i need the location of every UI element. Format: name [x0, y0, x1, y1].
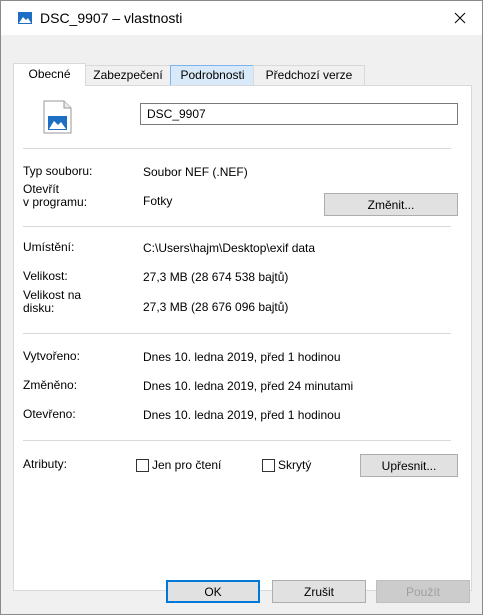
file-name-input[interactable] — [140, 103, 458, 125]
window-title: DSC_9907 – vlastnosti — [40, 10, 183, 26]
hidden-checkbox-label: Skrytý — [278, 458, 312, 472]
tab-previous-versions[interactable]: Předchozí verze — [253, 65, 365, 85]
accessed-label: Otevřeno: — [23, 407, 76, 421]
open-with-value: Fotky — [143, 194, 173, 208]
accessed-value: Dnes 10. ledna 2019, před 1 hodinou — [143, 408, 341, 422]
size-on-disk-label-line2: disku: — [23, 301, 55, 315]
hidden-checkbox-box[interactable] — [262, 458, 275, 472]
cancel-button[interactable]: Zrušit — [272, 580, 366, 603]
file-type-value: Soubor NEF (.NEF) — [143, 165, 248, 179]
created-label: Vytvořeno: — [23, 349, 80, 363]
size-on-disk-label: Velikost na disku: — [23, 289, 81, 315]
readonly-checkbox[interactable]: Jen pro čtení — [136, 458, 221, 472]
apply-button: Použít — [376, 580, 470, 603]
divider — [23, 226, 451, 227]
title-bar[interactable]: DSC_9907 – vlastnosti — [1, 1, 482, 35]
open-with-label: Otevřít v programu: — [23, 183, 87, 209]
created-value: Dnes 10. ledna 2019, před 1 hodinou — [143, 350, 341, 364]
tab-details[interactable]: Podrobnosti — [170, 65, 255, 85]
close-button[interactable] — [438, 1, 482, 35]
general-panel: Typ souboru: Soubor NEF (.NEF) Otevřít v… — [13, 85, 472, 591]
change-program-button[interactable]: Změnit... — [324, 193, 458, 216]
dialog-client: Obecné Zabezpečení Podrobnosti Předchozí… — [1, 35, 482, 614]
readonly-checkbox-box[interactable] — [136, 458, 149, 472]
hidden-checkbox[interactable]: Skrytý — [262, 458, 311, 472]
readonly-checkbox-label: Jen pro čtení — [152, 458, 222, 472]
size-label: Velikost: — [23, 269, 68, 283]
image-file-icon — [43, 100, 72, 134]
properties-window: DSC_9907 – vlastnosti Obecné Zabezpečení… — [0, 0, 483, 615]
file-type-label: Typ souboru: — [23, 164, 93, 178]
modified-label: Změněno: — [23, 378, 78, 392]
ok-button[interactable]: OK — [166, 580, 260, 603]
image-file-icon — [18, 12, 32, 24]
divider — [23, 440, 451, 441]
advanced-attributes-button[interactable]: Upřesnit... — [360, 454, 458, 477]
divider — [23, 333, 451, 334]
tab-security[interactable]: Zabezpečení — [84, 65, 172, 85]
location-label: Umístění: — [23, 240, 75, 254]
size-value: 27,3 MB (28 674 538 bajtů) — [143, 270, 289, 284]
size-on-disk-value: 27,3 MB (28 676 096 bajtů) — [143, 300, 289, 314]
tab-general[interactable]: Obecné — [13, 63, 86, 86]
modified-value: Dnes 10. ledna 2019, před 24 minutami — [143, 379, 354, 393]
attributes-label: Atributy: — [23, 457, 68, 471]
location-value: C:\Users\hajm\Desktop\exif data — [143, 241, 316, 255]
close-icon — [454, 12, 466, 24]
divider — [23, 148, 451, 149]
open-with-label-line2: v programu: — [23, 195, 88, 209]
